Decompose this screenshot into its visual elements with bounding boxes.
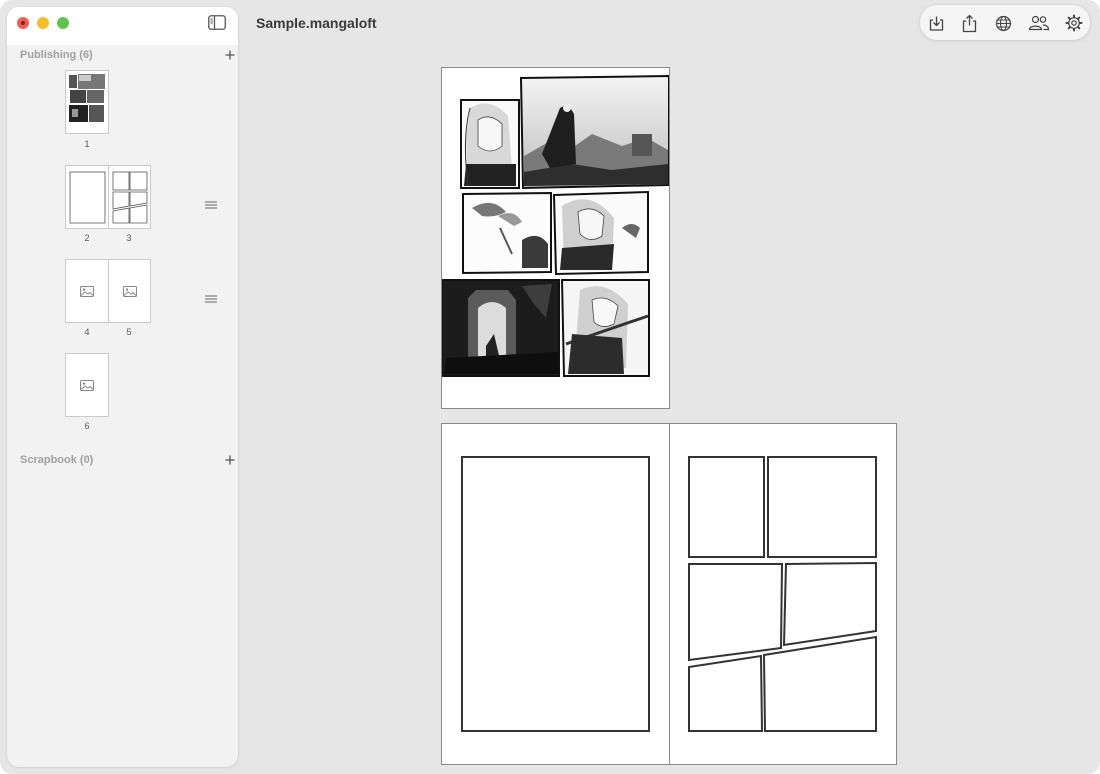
page-number: 5	[126, 327, 132, 337]
people-icon	[1028, 15, 1050, 31]
plus-icon[interactable]	[225, 455, 235, 465]
document-title: Sample.mangaloft	[256, 15, 377, 31]
panel-frame	[762, 635, 877, 732]
web-button[interactable]	[992, 12, 1014, 34]
sidebar: Publishing (6) 1 2 3 4 5 6 Scrapbook (0)	[7, 7, 238, 767]
canvas-page-1[interactable]	[441, 67, 670, 409]
canvas-spread-2-3[interactable]	[441, 423, 897, 765]
manga-artwork	[441, 74, 670, 377]
app-window: Publishing (6) 1 2 3 4 5 6 Scrapbook (0)…	[0, 0, 1100, 774]
sidebar-header	[7, 7, 238, 45]
manga-page-preview	[69, 74, 105, 122]
page-thumbnail-1[interactable]	[65, 70, 109, 134]
panel-layout	[461, 456, 877, 732]
minimize-window-button[interactable]	[37, 17, 49, 29]
import-icon	[929, 16, 943, 31]
panel-gate	[441, 279, 560, 377]
page-thumbnail-2-3[interactable]	[65, 165, 151, 229]
panel-frame	[688, 654, 764, 732]
panel-frame	[767, 456, 877, 558]
close-window-button[interactable]	[17, 17, 29, 29]
panel-portrait	[460, 99, 520, 189]
page-number: 4	[84, 327, 90, 337]
toolbar	[920, 5, 1090, 40]
panel-frame	[461, 456, 650, 732]
image-placeholder-icon	[123, 286, 137, 297]
panel-bird	[462, 191, 552, 275]
settings-button[interactable]	[1063, 12, 1085, 34]
page-number: 3	[126, 233, 132, 243]
share-icon	[962, 14, 976, 32]
panel-frame	[688, 563, 784, 662]
panel-warrior	[552, 190, 649, 276]
plus-icon[interactable]	[225, 50, 235, 60]
globe-icon	[995, 15, 1011, 31]
collaborators-button[interactable]	[1025, 12, 1053, 34]
panel-sword	[560, 279, 650, 377]
import-button[interactable]	[925, 12, 947, 34]
panel-layout-preview	[69, 171, 148, 224]
scrapbook-section-title[interactable]: Scrapbook (0)	[20, 454, 93, 466]
page-thumbnail-4-5[interactable]	[65, 259, 151, 323]
drag-handle-icon[interactable]	[205, 295, 217, 303]
drag-handle-icon[interactable]	[205, 201, 217, 209]
panel-landscape	[519, 74, 670, 190]
panel-frame	[782, 561, 877, 647]
publishing-section-title[interactable]: Publishing (6)	[20, 49, 93, 61]
image-placeholder-icon	[80, 286, 94, 297]
zoom-window-button[interactable]	[57, 17, 69, 29]
page-number: 1	[84, 139, 90, 149]
panel-frame	[688, 456, 765, 558]
gear-icon	[1065, 14, 1083, 32]
page-number: 6	[84, 421, 90, 431]
sidebar-toggle-icon[interactable]	[208, 15, 226, 30]
image-placeholder-icon	[80, 380, 94, 391]
share-button[interactable]	[958, 12, 980, 34]
page-thumbnail-6[interactable]	[65, 353, 109, 417]
page-number: 2	[84, 233, 90, 243]
